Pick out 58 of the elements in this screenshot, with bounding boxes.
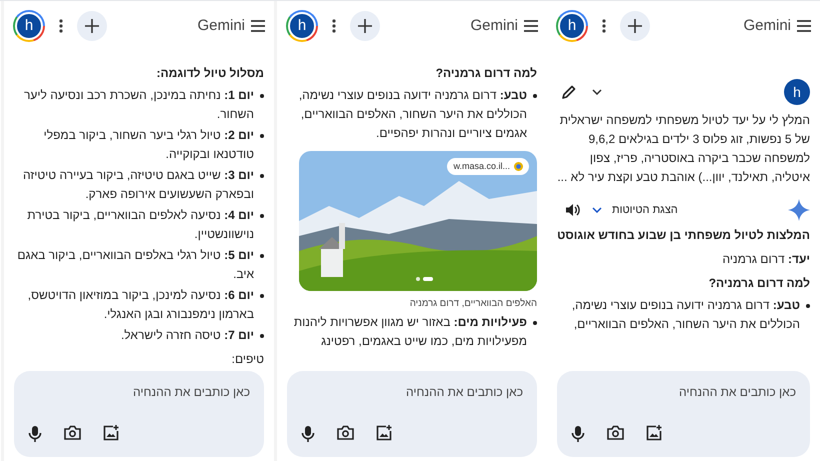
camera-icon[interactable]	[64, 425, 81, 443]
add-image-icon[interactable]	[103, 425, 119, 443]
chevron-down-icon[interactable]	[592, 89, 602, 95]
bullet-text: טבע: דרום גרמניה ידועה בנופים עוצרי נשימה, הכוללים את היער השחור, האלפים הבוואריים, אגמים ציוריים ונהרות יפהפיים.	[298, 87, 527, 142]
chevron-down-icon	[592, 207, 602, 213]
camera-icon[interactable]	[607, 425, 624, 443]
prompt-text: המלץ לי על יעד לטיול משפחתי למשפחה ישראלית של 5 נפשות, זוג פלוס 3 ילדים בגילאים 9,6,2 למשפחה שכבר ביקרה באוסטריה, פריז, צפון איטליה, תאילנד, יוון...) אוהבת טבע וקצת עיר לא ...	[557, 112, 810, 186]
section-heading: למה דרום גרמניה?	[708, 275, 810, 292]
bullet-text: פעילויות מים: באזור יש מגוון אפשרויות ליהנות מפעילויות מים, כמו שייט באגמים, רפטינג	[292, 314, 527, 350]
add-image-icon[interactable]	[376, 425, 392, 443]
more-icon[interactable]	[57, 19, 65, 33]
drafts-toggle[interactable]: הצגת הטיוטות	[592, 202, 678, 218]
menu-icon[interactable]	[797, 20, 811, 32]
source-url: w.masa.co.il...	[453, 160, 510, 173]
image-caption: האלפים הבוואריים, דרום גרמניה	[408, 297, 537, 311]
carousel-dot-active	[423, 277, 433, 281]
microphone-icon[interactable]	[28, 425, 42, 443]
prompt-field[interactable]: כאן כותבים את ההנחיה	[571, 383, 796, 401]
paragraph: טיפים:	[230, 351, 264, 368]
source-chip[interactable]: w.masa.co.il...	[447, 158, 529, 175]
app-title: Gemini	[470, 16, 518, 36]
section-heading: מסלול טיול לדוגמה:	[156, 65, 264, 82]
new-chat-button[interactable]	[77, 11, 107, 41]
speaker-icon[interactable]	[565, 203, 580, 217]
bullet-text: יום 7: טיסה חזרה לישראל.	[120, 327, 254, 344]
bullet-text: יום 4: נסיעה לאלפים הבוואריים, ביקור בטירת נוישוונשטיין.	[26, 207, 254, 243]
plus-icon	[628, 19, 642, 33]
new-chat-button[interactable]	[620, 11, 650, 41]
sparkle-icon	[788, 199, 810, 221]
plus-icon	[358, 19, 372, 33]
bullet-text: יום 5: טיול רגלי באלפים הבוואריים, ביקור באגם איב.	[16, 247, 254, 283]
section-heading: המלצות לטיול משפחתי בן שבוע בחודש אוגוסט	[557, 227, 810, 244]
prompt-field[interactable]: כאן כותבים את ההנחיה	[301, 383, 523, 401]
microphone-icon[interactable]	[571, 425, 585, 443]
bullet-text: יום 2: טיול רגלי ביער השחור, ביקור במפלי טודטנאו ובקוקייה.	[42, 127, 254, 163]
microphone-icon[interactable]	[301, 425, 315, 443]
menu-icon[interactable]	[524, 20, 538, 32]
avatar[interactable]: h	[784, 79, 810, 105]
camera-icon[interactable]	[337, 425, 354, 443]
more-icon[interactable]	[330, 19, 338, 33]
new-chat-button[interactable]	[350, 11, 380, 41]
more-icon[interactable]	[600, 19, 608, 33]
bullet-text: טבע: דרום גרמניה ידועה בנופים עוצרי נשימה, הכוללים את היער השחור, האלפים הבוואריים,	[570, 297, 800, 333]
paragraph: יעד: דרום גרמניה	[721, 251, 810, 268]
avatar[interactable]: h	[15, 12, 43, 40]
bullet-text: יום 1: נחיתה במינכן, השכרת רכב ונסיעה ליער השחור.	[23, 87, 254, 123]
bullet-text: יום 6: נסיעה למינכן, ביקור במוזיאון הדויטשס, בארמון נימפנבורג ובגן האנגלי.	[26, 287, 254, 323]
section-heading: למה דרום גרמניה?	[434, 65, 537, 82]
plus-icon	[85, 19, 99, 33]
add-image-icon[interactable]	[646, 425, 662, 443]
menu-icon[interactable]	[251, 20, 265, 32]
prompt-field[interactable]: כאן כותבים את ההנחיה	[28, 383, 250, 401]
avatar[interactable]: h	[558, 12, 586, 40]
edit-icon[interactable]	[561, 84, 576, 100]
app-title: Gemini	[197, 16, 245, 36]
bullet-text: יום 3: שייט באגם טיטיזה, ביקור בעיירה טיטיזה ובפארק השעשועים אירופה פארק.	[22, 167, 254, 203]
app-title: Gemini	[743, 16, 791, 36]
avatar[interactable]: h	[288, 12, 316, 40]
